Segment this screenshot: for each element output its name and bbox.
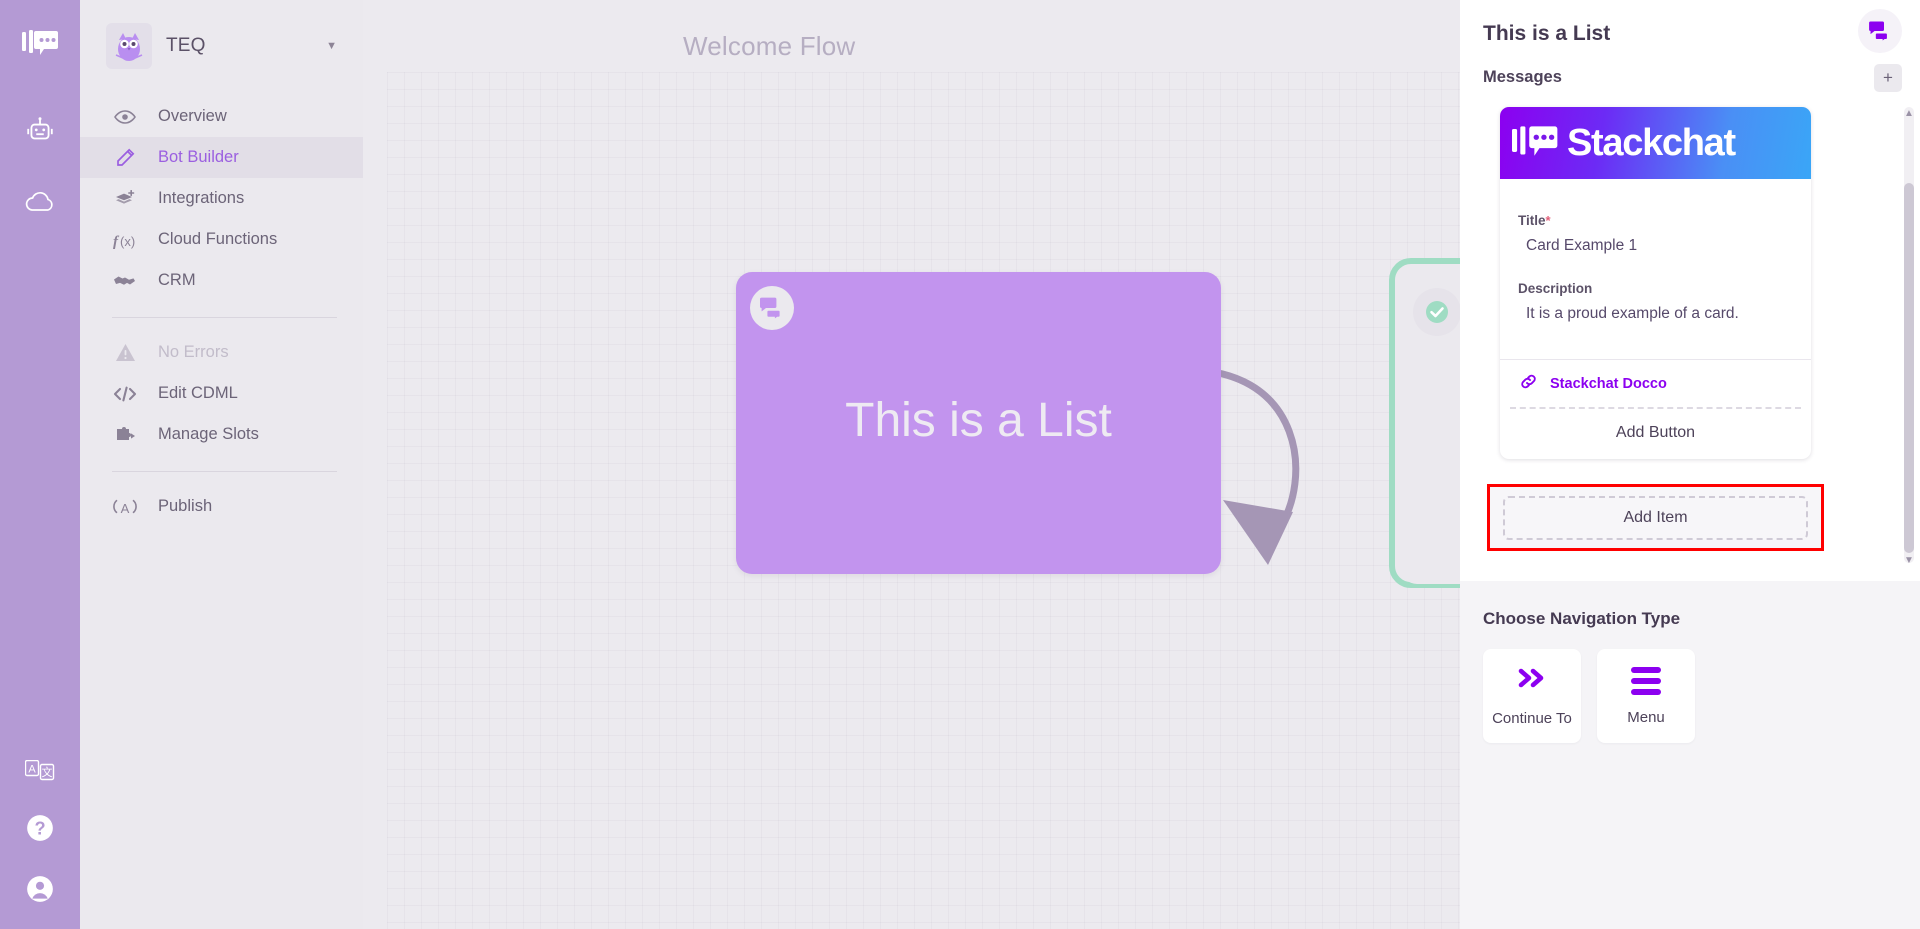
sidebar-item-manage-slots[interactable]: Manage Slots xyxy=(80,414,363,455)
sidebar-nav: Overview Bot Builder Integrations f (x) … xyxy=(80,96,363,527)
add-item-highlight: Add Item xyxy=(1487,484,1824,551)
sidebar-item-publish[interactable]: A Publish xyxy=(80,486,363,527)
required-marker: * xyxy=(1545,213,1551,228)
stackchat-logo-icon[interactable] xyxy=(18,22,62,66)
handshake-icon xyxy=(112,273,138,289)
svg-text:A: A xyxy=(121,501,130,516)
sidebar-item-label: Edit CDML xyxy=(158,384,238,402)
nav-tile-menu[interactable]: Menu xyxy=(1597,649,1695,743)
card-banner: Stackchat xyxy=(1500,107,1811,179)
message-card[interactable]: Stackchat Title* Card Example 1 Descript… xyxy=(1500,107,1811,459)
card-body: Title* Card Example 1 Description It is … xyxy=(1500,179,1811,359)
navigation-heading: Choose Navigation Type xyxy=(1483,609,1681,628)
sidebar-item-label: Manage Slots xyxy=(158,425,259,443)
page-title: This is a List xyxy=(1483,22,1611,45)
app-rail: A 文 ? xyxy=(0,0,80,929)
sidebar-item-crm[interactable]: CRM xyxy=(80,260,363,301)
stackchat-logo-icon xyxy=(1512,123,1558,163)
flow-node-list[interactable]: This is a List xyxy=(736,272,1221,574)
svg-text:?: ? xyxy=(34,818,45,838)
svg-text:f: f xyxy=(113,234,120,250)
flow-node-label: This is a List xyxy=(845,394,1112,447)
nav-tile-label: Continue To xyxy=(1492,710,1572,727)
broadcast-icon: A xyxy=(112,497,138,517)
robot-icon[interactable] xyxy=(17,108,63,154)
double-chevron-right-icon xyxy=(1515,665,1549,696)
rail-bottom-group: A 文 ? xyxy=(0,759,80,909)
sidebar-item-bot-builder[interactable]: Bot Builder xyxy=(80,137,363,178)
svg-text:(x): (x) xyxy=(120,234,135,249)
cloud-icon[interactable] xyxy=(17,180,63,226)
sidebar: TEQ ▼ Overview Bot Builder Integrations … xyxy=(80,0,363,929)
card-title-input[interactable]: Card Example 1 xyxy=(1518,228,1793,259)
check-circle-icon xyxy=(1413,288,1461,336)
app-root: A 文 ? TEQ ▼ Overview Bot Builder Integra… xyxy=(0,0,1920,929)
sidebar-item-label: Cloud Functions xyxy=(158,230,278,248)
navigation-type-section: Choose Navigation Type Continue To Menu xyxy=(1460,581,1920,743)
nav-tile-label: Menu xyxy=(1627,708,1665,726)
messages-scroll-area[interactable]: ▲ ▼ Stackchat Title* Card Example 1 Desc… xyxy=(1460,99,1920,571)
pencil-icon xyxy=(112,148,138,167)
sidebar-item-edit-cdml[interactable]: Edit CDML xyxy=(80,373,363,414)
card-link-button[interactable]: Stackchat Docco xyxy=(1500,360,1811,407)
sidebar-item-label: Bot Builder xyxy=(158,148,239,166)
owl-avatar-icon xyxy=(106,23,152,69)
panel-header-section: This is a List Messages + ▲ ▼ Stackchat … xyxy=(1460,0,1920,581)
sidebar-item-integrations[interactable]: Integrations xyxy=(80,178,363,219)
brand-name: TEQ xyxy=(166,35,206,56)
add-message-button[interactable]: + xyxy=(1874,64,1902,92)
warning-icon xyxy=(112,343,138,362)
card-description-input[interactable]: It is a proud example of a card. xyxy=(1518,296,1793,345)
properties-panel: This is a List Messages + ▲ ▼ Stackchat … xyxy=(1460,0,1920,929)
card-title-label: Title* xyxy=(1518,213,1551,228)
sidebar-item-overview[interactable]: Overview xyxy=(80,96,363,137)
layers-add-icon xyxy=(112,189,138,209)
card-description-label: Description xyxy=(1518,281,1593,296)
sidebar-item-label: No Errors xyxy=(158,343,229,361)
hamburger-menu-icon xyxy=(1631,666,1661,695)
sidebar-item-no-errors[interactable]: No Errors xyxy=(80,332,363,373)
sidebar-item-label: CRM xyxy=(158,271,196,289)
puzzle-icon xyxy=(112,425,138,445)
flow-title: Welcome Flow xyxy=(683,31,856,61)
account-icon[interactable] xyxy=(25,874,55,909)
plus-icon: + xyxy=(1883,68,1893,87)
help-icon[interactable]: ? xyxy=(25,813,55,848)
sidebar-divider-2 xyxy=(112,471,337,472)
chat-bubbles-icon xyxy=(750,286,794,330)
caret-down-icon[interactable]: ▼ xyxy=(1903,555,1915,567)
sidebar-item-label: Publish xyxy=(158,497,213,515)
navigation-tiles: Continue To Menu xyxy=(1483,649,1920,743)
add-item-button[interactable]: Add Item xyxy=(1503,495,1808,540)
sidebar-divider xyxy=(112,317,337,318)
sidebar-item-cloud-functions[interactable]: f (x) Cloud Functions xyxy=(80,219,363,260)
sidebar-item-label: Integrations xyxy=(158,189,245,207)
chevron-down-icon[interactable]: ▼ xyxy=(326,40,337,52)
sidebar-item-label: Overview xyxy=(158,107,227,125)
brand-selector[interactable]: TEQ ▼ xyxy=(80,18,363,74)
add-button-button[interactable]: Add Button xyxy=(1500,409,1811,459)
svg-text:A: A xyxy=(28,764,36,776)
eye-icon xyxy=(112,109,138,125)
card-link-label: Stackchat Docco xyxy=(1550,375,1667,392)
card-banner-text: Stackchat xyxy=(1567,121,1736,164)
nav-tile-continue-to[interactable]: Continue To xyxy=(1483,649,1581,743)
svg-text:文: 文 xyxy=(42,765,53,779)
code-icon xyxy=(112,385,138,403)
messages-label: Messages xyxy=(1483,68,1562,86)
caret-up-icon[interactable]: ▲ xyxy=(1903,108,1915,120)
link-icon xyxy=(1520,373,1537,394)
translate-icon[interactable]: A 文 xyxy=(24,759,55,787)
chat-bubbles-icon[interactable] xyxy=(1858,9,1902,53)
function-icon: f (x) xyxy=(112,230,138,250)
scrollbar-thumb[interactable] xyxy=(1904,183,1914,553)
